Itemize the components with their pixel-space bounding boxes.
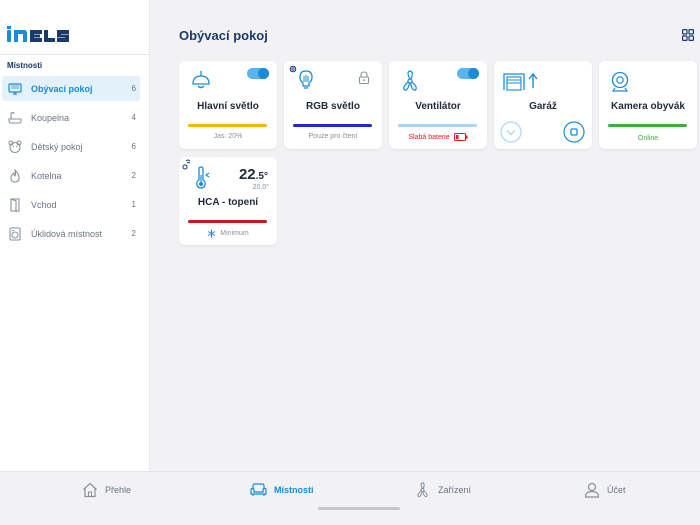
thermometer-icon (196, 166, 210, 189)
device-card-rgb-svetlo[interactable]: RGB světlo Pouze pro čtení (284, 61, 382, 149)
nav-tab-prehled[interactable]: Přehle (82, 482, 131, 498)
sidebar-section-title: Místnosti (7, 61, 43, 70)
nav-label: Přehle (105, 485, 132, 495)
device-card-kamera-obyvak[interactable]: Kamera obyvák Online (599, 61, 697, 149)
teddy-bear-icon (8, 139, 22, 154)
sidebar-item-count: 1 (131, 200, 136, 209)
fan-icon (403, 70, 417, 91)
sofa-icon (250, 483, 267, 496)
grid-view-icon[interactable] (682, 29, 694, 41)
nav-tab-mistnosti[interactable]: Místnosti (250, 482, 314, 498)
ceiling-lamp-icon (192, 71, 210, 89)
washer-icon (8, 226, 22, 241)
card-title: HCA - topení (197, 197, 259, 208)
sidebar-item-vchod[interactable]: Vchod 1 (2, 192, 140, 217)
nav-label: Účet (607, 485, 626, 495)
bottom-navigation: Přehle Místnosti Zařízení Účet (0, 471, 700, 525)
sidebar-item-detsky-pokoj[interactable]: Dětský pokoj 6 (2, 134, 140, 159)
sidebar-item-label: Vchod (31, 199, 57, 210)
card-title: Hlavní světlo (197, 101, 259, 112)
low-battery-icon (453, 133, 468, 141)
sidebar-item-count: 2 (131, 171, 136, 180)
room-list: Obývací pokoj 6 Koupelna 4 Dětský pokoj … (2, 76, 140, 250)
mode-status: Minimum (179, 229, 277, 238)
nav-tab-zarizeni[interactable]: Zařízení (414, 482, 471, 498)
nav-label: Zařízení (438, 485, 472, 495)
card-status: Pouze pro čtení (308, 133, 358, 140)
inels-logo (7, 26, 69, 42)
garage-icon (503, 73, 525, 91)
home-indicator (318, 507, 400, 510)
rgb-bulb-icon (289, 65, 313, 89)
device-card-hca-topeni[interactable]: 22.5° 20.0° HCA - topení Minimum (179, 157, 277, 245)
gate-down-button[interactable] (500, 121, 522, 143)
door-icon (8, 197, 22, 212)
speed-bar (398, 124, 477, 127)
card-status: Minimum (220, 230, 249, 237)
sidebar-item-count: 4 (131, 113, 136, 122)
flame-icon (8, 168, 22, 183)
sidebar-item-label: Obývací pokoj (31, 83, 93, 94)
temperature-main: 22 (238, 166, 256, 183)
gate-stop-button[interactable] (563, 121, 585, 143)
sidebar-divider (0, 54, 149, 55)
sidebar-item-count: 6 (131, 142, 136, 151)
brightness-bar (188, 124, 267, 127)
camera-icon (611, 71, 629, 92)
heating-bar (188, 220, 267, 223)
sidebar-item-count: 2 (131, 229, 136, 238)
monitor-icon (8, 82, 22, 96)
card-status: Online (637, 135, 659, 142)
lock-icon (358, 71, 370, 84)
sidebar-item-label: Úklidová místnost (31, 228, 103, 239)
card-status: Slabá baterie (408, 133, 450, 141)
battery-status: Slabá baterie (389, 133, 487, 141)
device-card-hlavni-svetlo[interactable]: Hlavní světlo Jas: 20% (179, 61, 277, 149)
connection-bar (608, 124, 687, 127)
home-icon (83, 482, 97, 498)
power-toggle[interactable] (457, 68, 479, 79)
sidebar-item-uklidova-mistnost[interactable]: Úklidová místnost 2 (2, 221, 140, 246)
user-icon (584, 482, 600, 498)
device-card-garaz[interactable]: Garáž (494, 61, 592, 149)
temperature-decimal: .5° (255, 171, 268, 182)
sidebar-item-label: Koupelna (31, 112, 70, 123)
card-title: Garáž (529, 101, 557, 112)
sidebar-item-obyvaci-pokoj[interactable]: Obývací pokoj 6 (2, 76, 140, 101)
sidebar-item-koupelna[interactable]: Koupelna 4 (2, 105, 140, 130)
sidebar-item-count: 6 (131, 84, 136, 93)
nav-label: Místnosti (274, 485, 314, 495)
arrow-up-icon (528, 73, 538, 88)
card-status: Jas: 20% (213, 133, 243, 140)
sidebar-item-kotelna[interactable]: Kotelna 2 (2, 163, 140, 188)
color-bar (293, 124, 372, 127)
sidebar-item-label: Dětský pokoj (31, 141, 83, 152)
card-title: RGB světlo (306, 101, 360, 112)
temperature-readout: 22.5° (239, 166, 268, 184)
temperature-set: 20.0° (252, 184, 269, 191)
card-title: Kamera obyvák (611, 101, 685, 112)
sidebar: Místnosti Obývací pokoj 6 Koupelna 4 Dět… (0, 0, 150, 471)
fan-icon (417, 482, 428, 498)
bathtub-icon (8, 111, 22, 125)
power-toggle[interactable] (247, 68, 269, 79)
card-title: Ventilátor (415, 101, 461, 112)
page-title: Obývací pokoj (179, 28, 268, 43)
sidebar-item-label: Kotelna (31, 170, 62, 181)
device-card-ventilator[interactable]: Ventilátor Slabá baterie (389, 61, 487, 149)
snowflake-icon (208, 229, 216, 238)
nav-tab-ucet[interactable]: Účet (584, 482, 626, 498)
